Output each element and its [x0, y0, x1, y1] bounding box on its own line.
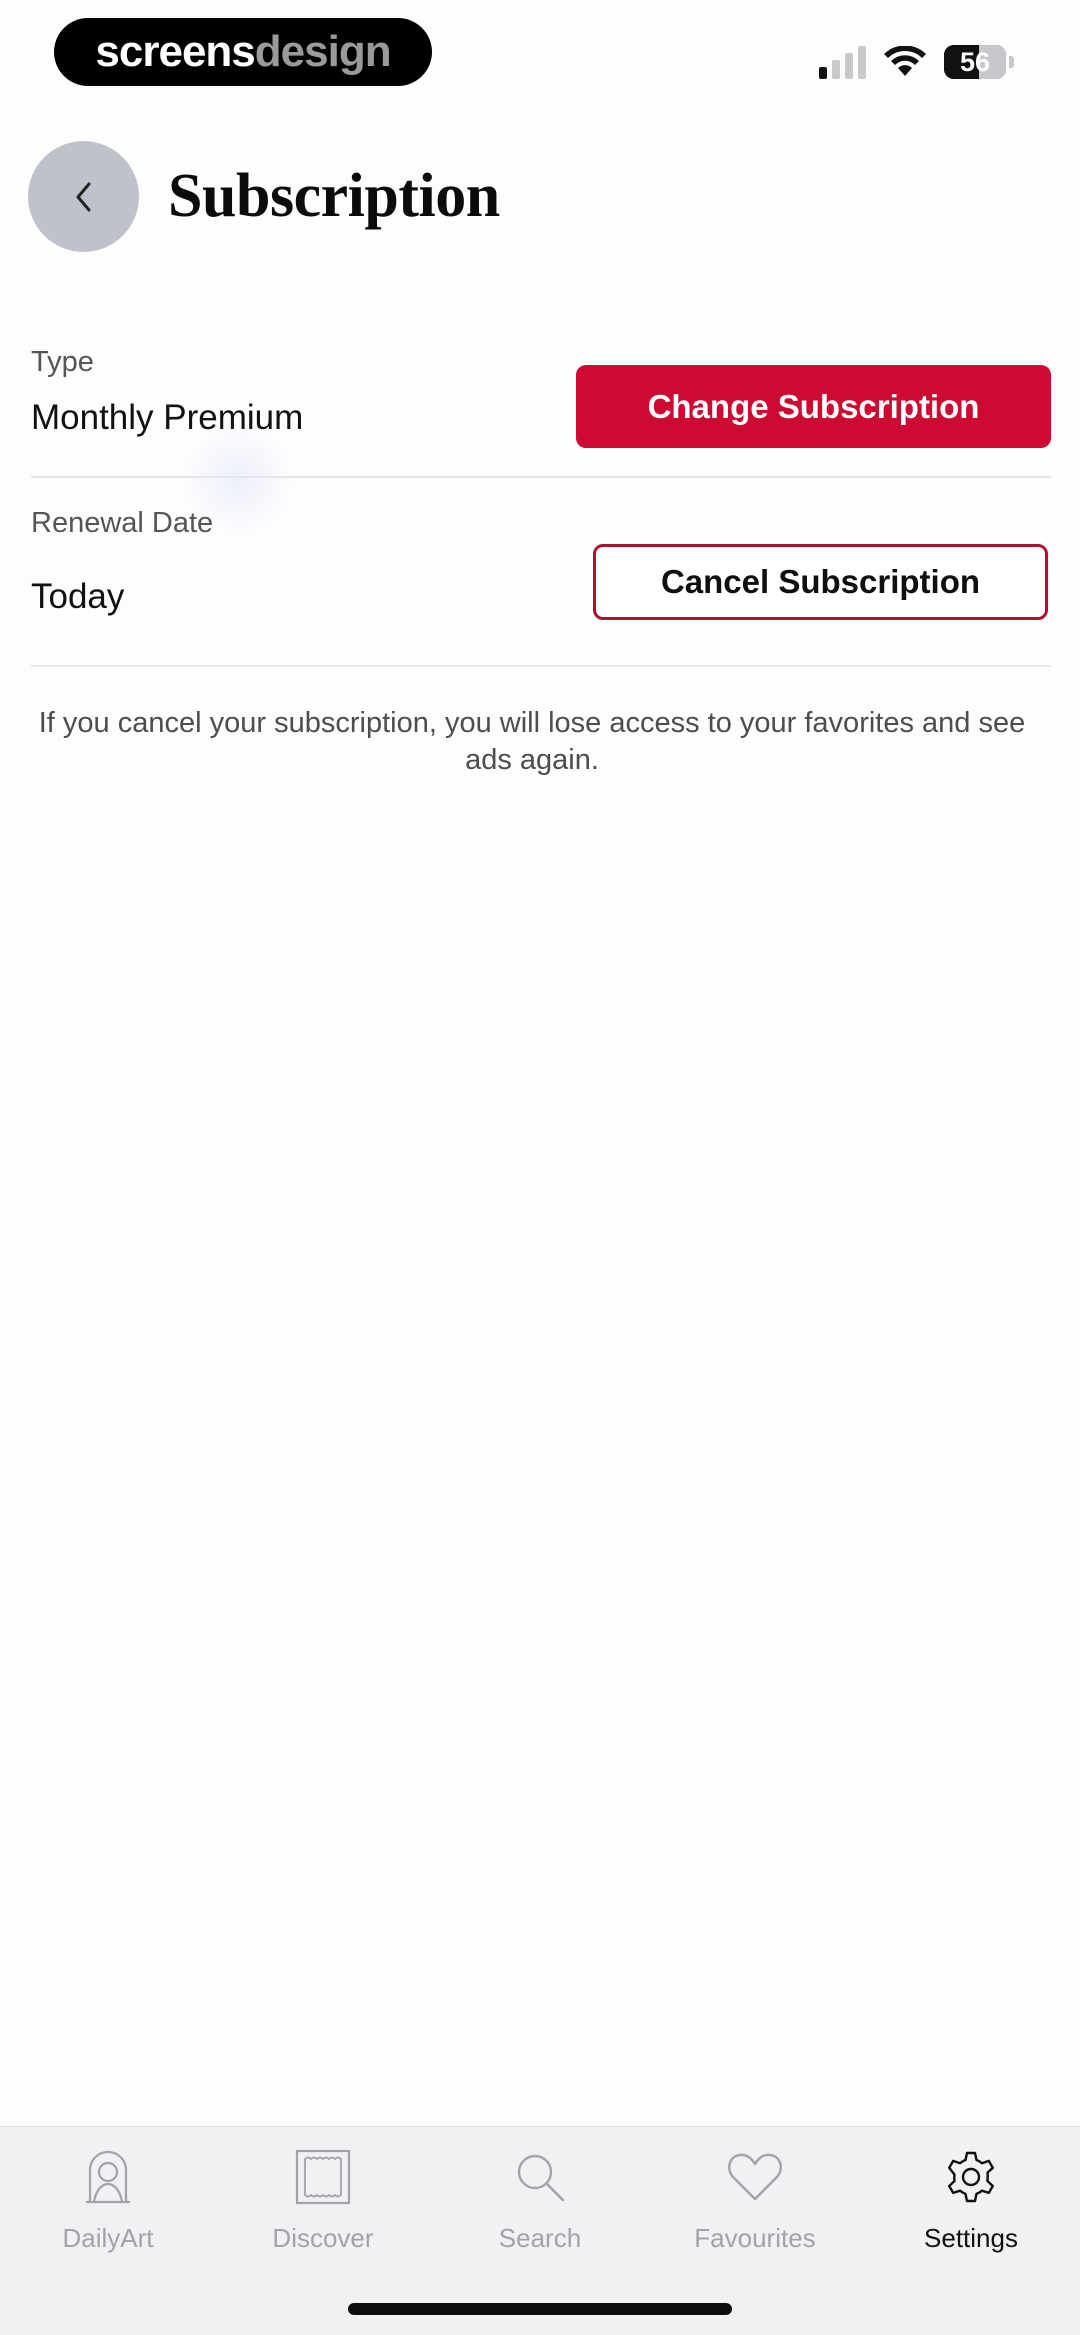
page-title: Subscription	[168, 162, 500, 230]
tab-label: Search	[498, 2223, 582, 2253]
tab-dailyart[interactable]: DailyArt	[23, 2145, 193, 2265]
cancel-subscription-button[interactable]: Cancel Subscription	[593, 544, 1048, 620]
search-icon	[517, 2154, 565, 2202]
cancel-notice: If you cancel your subscription, you wil…	[38, 707, 1026, 776]
tab-discover[interactable]: Discover	[238, 2145, 408, 2265]
tab-label: Favourites	[694, 2223, 816, 2253]
cellular-signal-icon	[819, 45, 866, 79]
brand-logo: screens design	[54, 18, 432, 86]
type-label: Type	[31, 346, 94, 378]
renewal-date-value: Today	[31, 577, 125, 616]
renewal-date-label: Renewal Date	[31, 507, 214, 539]
battery-percentage: 56	[959, 46, 991, 77]
tab-label: Settings	[924, 2223, 1018, 2253]
heart-icon	[728, 2153, 782, 2201]
tab-label: DailyArt	[62, 2223, 154, 2253]
tab-favourites[interactable]: Favourites	[670, 2145, 840, 2265]
status-bar: screens design 56	[0, 0, 1080, 110]
tab-search[interactable]: Search	[455, 2145, 625, 2265]
back-button[interactable]	[28, 141, 139, 252]
wifi-icon	[884, 46, 926, 76]
gear-icon	[948, 2151, 994, 2203]
divider	[31, 665, 1051, 667]
subscription-screen: screens design 56 Subscription Type Mont…	[0, 0, 1080, 2335]
tab-settings[interactable]: Settings	[886, 2145, 1056, 2265]
tab-label: Discover	[272, 2223, 374, 2253]
status-indicators: 56	[819, 40, 1014, 84]
home-indicator[interactable]	[348, 2303, 732, 2315]
brand-logo-part2: design	[254, 27, 392, 76]
frame-icon	[295, 2149, 351, 2205]
change-subscription-button[interactable]: Change Subscription	[576, 365, 1051, 448]
chevron-left-icon	[76, 182, 90, 211]
battery-tip	[1009, 56, 1014, 68]
portrait-icon	[86, 2150, 130, 2204]
brand-logo-part1: screens	[95, 27, 255, 76]
battery-icon: 56	[944, 45, 1006, 79]
